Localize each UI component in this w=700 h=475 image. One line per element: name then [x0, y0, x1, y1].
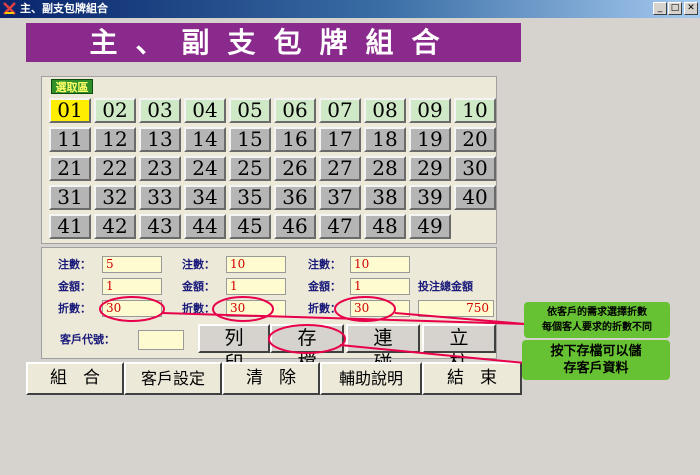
number-cell-31[interactable]: 31 [49, 185, 91, 210]
number-cell-17[interactable]: 17 [319, 127, 361, 152]
number-cell-40[interactable]: 40 [454, 185, 496, 210]
discount-label-3: 折數： [308, 302, 341, 315]
discount-field-2[interactable]: 30 [226, 300, 286, 317]
amount-field-2[interactable]: 1 [226, 278, 286, 295]
number-cell-38[interactable]: 38 [364, 185, 406, 210]
amount-label-3: 金額： [308, 280, 341, 293]
title-bar: 主、副支包牌組合 _ □ ✕ [0, 0, 700, 18]
minimize-button[interactable]: _ [653, 2, 667, 15]
number-cell-49[interactable]: 49 [409, 214, 451, 239]
bet-count-label-2: 注數： [182, 258, 215, 271]
bet-count-label-1: 注數： [58, 258, 91, 271]
number-cell-47[interactable]: 47 [319, 214, 361, 239]
help-button[interactable]: 輔助說明 [320, 362, 422, 395]
number-cell-35[interactable]: 35 [229, 185, 271, 210]
number-cell-15[interactable]: 15 [229, 127, 271, 152]
number-cell-09[interactable]: 09 [409, 98, 451, 123]
number-cell-08[interactable]: 08 [364, 98, 406, 123]
discount-field-1[interactable]: 30 [102, 300, 162, 317]
customer-code-label: 客戶代號： [60, 333, 115, 346]
number-cell-02[interactable]: 02 [94, 98, 136, 123]
number-cell-06[interactable]: 06 [274, 98, 316, 123]
number-cell-19[interactable]: 19 [409, 127, 451, 152]
save-button[interactable]: 存檔 [270, 324, 344, 374]
print-button[interactable]: 列印 [198, 324, 270, 374]
discount-label-2: 折數： [182, 302, 215, 315]
pillar-button[interactable]: 立柱 [422, 324, 496, 374]
amount-field-3[interactable]: 1 [350, 278, 410, 295]
number-cell-12[interactable]: 12 [94, 127, 136, 152]
discount-callout: 依客戶的需求選擇折數 每個客人要求的折數不同 [524, 302, 670, 338]
number-cell-33[interactable]: 33 [139, 185, 181, 210]
bet-count-field-1[interactable]: 5 [102, 256, 162, 273]
amount-label-2: 金額： [182, 280, 215, 293]
discount-callout-line-2: 每個客人要求的折數不同 [542, 322, 652, 333]
number-cell-25[interactable]: 25 [229, 156, 271, 181]
connect-button[interactable]: 連碰 [346, 324, 420, 374]
number-cell-10[interactable]: 10 [454, 98, 496, 123]
number-cell-07[interactable]: 07 [319, 98, 361, 123]
number-cell-20[interactable]: 20 [454, 127, 496, 152]
number-cell-13[interactable]: 13 [139, 127, 181, 152]
maximize-button[interactable]: □ [668, 2, 682, 15]
number-cell-14[interactable]: 14 [184, 127, 226, 152]
number-cell-18[interactable]: 18 [364, 127, 406, 152]
number-cell-05[interactable]: 05 [229, 98, 271, 123]
close-button[interactable]: ✕ [684, 2, 698, 15]
number-cell-21[interactable]: 21 [49, 156, 91, 181]
app-icon [3, 2, 16, 15]
bet-count-label-3: 注數： [308, 258, 341, 271]
amount-label-1: 金額： [58, 280, 91, 293]
number-cell-04[interactable]: 04 [184, 98, 226, 123]
number-cell-34[interactable]: 34 [184, 185, 226, 210]
discount-label-1: 折數： [58, 302, 91, 315]
discount-field-3[interactable]: 30 [350, 300, 410, 317]
save-callout: 按下存檔可以儲 存客戶資料 [522, 340, 670, 380]
number-cell-29[interactable]: 29 [409, 156, 451, 181]
number-cell-36[interactable]: 36 [274, 185, 316, 210]
number-cell-39[interactable]: 39 [409, 185, 451, 210]
number-cell-26[interactable]: 26 [274, 156, 316, 181]
number-cell-01[interactable]: 01 [49, 98, 91, 123]
number-cell-11[interactable]: 11 [49, 127, 91, 152]
window-title: 主、副支包牌組合 [20, 2, 108, 15]
bet-count-field-2[interactable]: 10 [226, 256, 286, 273]
number-cell-16[interactable]: 16 [274, 127, 316, 152]
number-cell-30[interactable]: 30 [454, 156, 496, 181]
number-cell-45[interactable]: 45 [229, 214, 271, 239]
number-cell-32[interactable]: 32 [94, 185, 136, 210]
total-amount-label: 投注總金額 [418, 280, 473, 293]
number-cell-41[interactable]: 41 [49, 214, 91, 239]
customer-code-field[interactable] [138, 330, 184, 350]
amount-field-1[interactable]: 1 [102, 278, 162, 295]
selection-panel-title: 選取區 [51, 79, 93, 94]
number-cell-46[interactable]: 46 [274, 214, 316, 239]
number-cell-23[interactable]: 23 [139, 156, 181, 181]
number-cell-43[interactable]: 43 [139, 214, 181, 239]
number-cell-48[interactable]: 48 [364, 214, 406, 239]
clear-button[interactable]: 清除 [222, 362, 320, 395]
page-banner: 主、副支包牌組合 [26, 23, 521, 62]
total-amount-field: 750 [418, 300, 494, 317]
discount-callout-line-1: 依客戶的需求選擇折數 [547, 307, 647, 318]
customer-settings-button[interactable]: 客戶設定 [124, 362, 222, 395]
end-button[interactable]: 結束 [422, 362, 522, 395]
number-cell-44[interactable]: 44 [184, 214, 226, 239]
number-cell-28[interactable]: 28 [364, 156, 406, 181]
combine-button[interactable]: 組合 [26, 362, 124, 395]
number-cell-27[interactable]: 27 [319, 156, 361, 181]
number-cell-42[interactable]: 42 [94, 214, 136, 239]
save-callout-line-1: 按下存檔可以儲 [550, 344, 642, 359]
number-cell-22[interactable]: 22 [94, 156, 136, 181]
number-cell-24[interactable]: 24 [184, 156, 226, 181]
number-cell-03[interactable]: 03 [139, 98, 181, 123]
number-cell-37[interactable]: 37 [319, 185, 361, 210]
bet-count-field-3[interactable]: 10 [350, 256, 410, 273]
save-callout-line-2: 存客戶資料 [563, 361, 629, 376]
